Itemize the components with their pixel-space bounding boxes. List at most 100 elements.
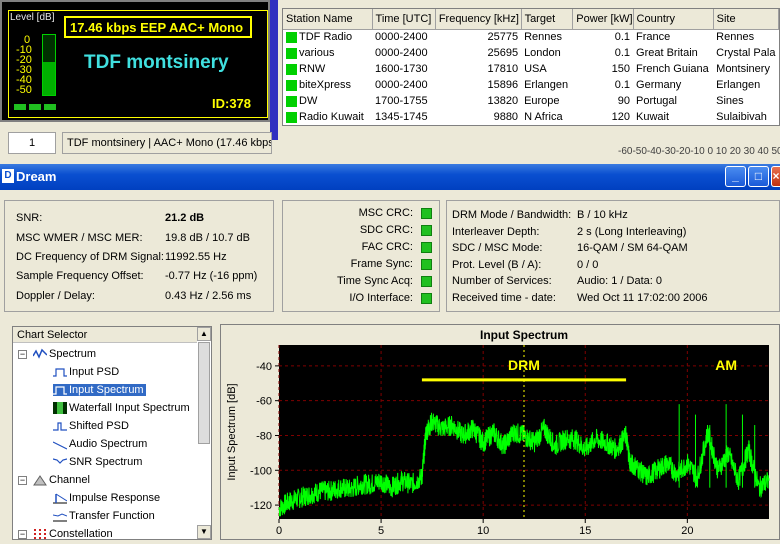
tree-item-input-spectrum[interactable]: Input Spectrum [53, 384, 146, 397]
country-cell: Great Britain [636, 47, 698, 59]
station-name-cell: Radio Kuwait [283, 109, 372, 125]
table-row[interactable]: RNW 1600-1730 17810 USA 150 French Guiana Mont… [283, 61, 779, 77]
scroll-up-arrow-icon[interactable]: ▲ [197, 327, 211, 341]
spectrum-icon [33, 348, 47, 359]
cell-text: various [299, 47, 335, 59]
column-header[interactable]: Site [713, 9, 779, 30]
close-button[interactable]: × [771, 166, 780, 187]
country-cell: Kuwait [636, 111, 670, 123]
stations-table[interactable]: Station Name Time [UTC] Frequency [kHz] Tar… [282, 8, 780, 126]
table-row[interactable]: TDF Radio 0000-2400 25775 Rennes 0.1 France Re… [283, 29, 779, 45]
time-cell: 1345-1745 [375, 111, 428, 123]
constellation-icon [34, 529, 46, 540]
tree-item-input-psd[interactable]: Input PSD [53, 366, 119, 378]
maximize-button[interactable]: □ [748, 166, 769, 187]
tree-item-transfer-function[interactable]: Transfer Function [53, 510, 155, 522]
target-cell: Rennes [524, 31, 562, 44]
x-tick-label: 15 [579, 525, 591, 537]
io-interface-label: I/O Interface: [349, 292, 413, 304]
site-cell: Sines [716, 95, 744, 107]
interleaver-value: 2 s (Long Interleaving) [577, 226, 687, 238]
cell-text: TDF Radio [299, 31, 353, 44]
table-header: Station Name Time [UTC] Frequency [kHz] Tar… [283, 9, 779, 30]
freq-cell: 13820 [487, 95, 519, 107]
table-row[interactable]: Radio Kuwait 1345-1745 9880 N Africa 120 Kuwa… [283, 109, 779, 125]
io-interface-led [421, 293, 432, 304]
fac-crc-led [421, 242, 432, 253]
tree-item-snr-spectrum[interactable]: SNR Spectrum [53, 456, 142, 468]
minimize-button[interactable]: _ [725, 166, 746, 187]
column-header[interactable]: Frequency [kHz] [435, 9, 522, 30]
sample-offset-value: -0.77 Hz (-16 ppm) [165, 270, 258, 282]
expand-toggle-channel[interactable]: − [18, 476, 27, 485]
country-cell: France [636, 31, 671, 44]
table-row[interactable]: DW 1700-1755 13820 Europe 90 Portugal Sines [283, 93, 779, 109]
y-tick-label: -40 [256, 361, 272, 373]
table-row[interactable]: various 0000-2400 25695 London 0.1 Great Brit… [283, 45, 779, 61]
power-cell: 90 [617, 95, 631, 107]
x-tick-label: 0 [276, 525, 282, 537]
x-tick-label: 5 [378, 525, 384, 537]
received-time-label: Received time - date: [452, 292, 556, 304]
site-cell: Sulaibivah [716, 111, 767, 123]
mer-label: MSC WMER / MSC MER: [16, 232, 143, 244]
cell-text: Radio Kuwait [299, 111, 364, 123]
time-cell: 0000-2400 [375, 31, 428, 44]
app-icon[interactable]: D [2, 169, 14, 183]
column-header[interactable]: Power [kW] [572, 9, 634, 30]
station-name-cell: DW [283, 93, 372, 109]
annotation-label: AM [715, 357, 737, 373]
power-cell: 0.1 [614, 79, 631, 91]
scrollbar-thumb[interactable] [198, 342, 210, 444]
chart-selector-header: Chart Selector [13, 327, 197, 343]
mode-panel: DRM Mode / Bandwidth: B / 10 kHz Interle… [446, 200, 780, 312]
cell-text: DW [299, 95, 318, 107]
column-header[interactable]: Station Name [283, 9, 373, 30]
service-number[interactable]: 1 [8, 132, 56, 154]
sample-offset-label: Sample Frequency Offset: [16, 270, 144, 282]
waterfall-icon [53, 402, 67, 415]
window-divider [270, 0, 278, 140]
tree-item-shifted-psd[interactable]: Shifted PSD [53, 420, 129, 432]
power-cell: 120 [611, 111, 631, 123]
tree-item-constellation[interactable]: Constellation [33, 528, 113, 540]
column-header[interactable]: Country [633, 9, 714, 30]
country-cell: Germany [636, 79, 682, 91]
column-header[interactable]: Time [UTC] [372, 9, 436, 30]
tree-item-label: Spectrum [49, 348, 97, 360]
time-sync-led [421, 276, 432, 287]
station-name-cell: TDF Radio [283, 29, 372, 45]
drm-mode-value: B / 10 kHz [577, 209, 628, 221]
tree-item-label: Transfer Function [69, 510, 155, 522]
tree-item-label: Constellation [49, 528, 113, 540]
chart-selector[interactable]: Chart Selector − Spectrum Input PSD Inpu… [12, 326, 212, 540]
tree-item-waterfall[interactable]: Waterfall Input Spectrum [53, 402, 190, 415]
interleaver-label: Interleaver Depth: [452, 226, 540, 238]
target-cell: Europe [524, 95, 560, 107]
expand-toggle-constellation[interactable]: − [18, 530, 27, 539]
country-cell: Portugal [636, 95, 677, 107]
snr-label: SNR: [16, 212, 43, 224]
service-label[interactable]: TDF montsinery | AAC+ Mono (17.46 kbps [62, 132, 272, 154]
station-name-cell: biteXpress [283, 77, 372, 93]
scroll-down-arrow-icon[interactable]: ▼ [197, 525, 211, 539]
freq-cell: 25695 [487, 47, 519, 59]
freq-cell: 9880 [493, 111, 519, 123]
title-bar[interactable] [0, 164, 780, 190]
sdc-crc-label: SDC CRC: [359, 224, 413, 236]
tree-item-spectrum[interactable]: Spectrum [33, 348, 96, 360]
y-axis-label: Input Spectrum [dB] [226, 383, 238, 480]
expand-toggle-spectrum[interactable]: − [18, 350, 27, 359]
column-header[interactable]: Target [521, 9, 574, 30]
tree-item-impulse-response[interactable]: Impulse Response [53, 492, 160, 504]
cell-text: biteXpress [299, 79, 351, 91]
input-spectrum-chart[interactable]: Input Spectrum 0 5 10 15 20 -40 -60 -80 -100 -120 I… [221, 325, 780, 541]
tree-item-audio-spectrum[interactable]: Audio Spectrum [53, 438, 147, 450]
table-row[interactable]: biteXpress 0000-2400 15896 Erlangen 0.1 Germa… [283, 77, 779, 93]
bitrate-display: 17.46 kbps EEP AAC+ Mono [64, 16, 252, 38]
impulse-response-icon [53, 493, 67, 504]
level-scale: -60-50-40-30-20-10 0 10 20 30 40 50 [618, 146, 780, 157]
tree-item-channel[interactable]: Channel [33, 474, 90, 486]
signal-info-panel: SNR: 21.2 dB MSC WMER / MSC MER: 19.8 dB… [4, 200, 274, 312]
active-indicator-icon [286, 95, 297, 107]
